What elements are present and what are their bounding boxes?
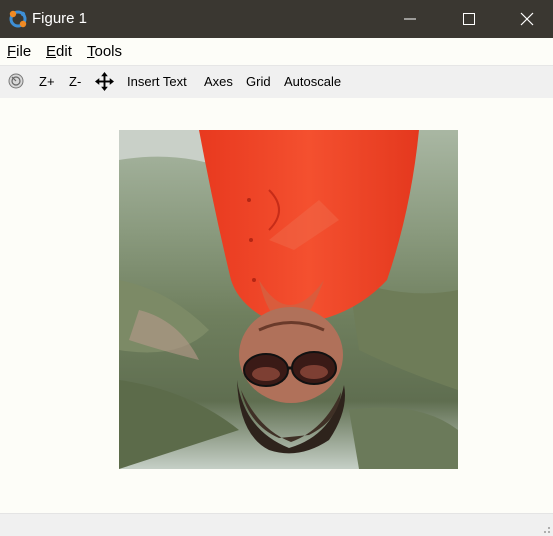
- figure-toolbar: Z+ Z- Insert Text Axes Grid Autoscale: [0, 65, 553, 99]
- grid-button[interactable]: Grid: [246, 74, 271, 89]
- insert-text-button[interactable]: Insert Text: [127, 74, 187, 89]
- minimize-button[interactable]: [381, 0, 439, 38]
- menu-tools-label: ools: [94, 43, 123, 60]
- menu-edit[interactable]: Edit: [46, 43, 72, 60]
- pan-icon[interactable]: [95, 72, 114, 91]
- resize-grip-icon[interactable]: [541, 524, 551, 534]
- menu-file[interactable]: File: [7, 43, 31, 60]
- autoscale-button[interactable]: Autoscale: [284, 74, 341, 89]
- maximize-button[interactable]: [440, 0, 498, 38]
- status-bar: [0, 513, 553, 536]
- menu-file-mnemonic: F: [7, 43, 17, 60]
- title-bar: Figure 1: [0, 0, 553, 38]
- octave-icon: [9, 10, 27, 28]
- menu-edit-label: dit: [56, 43, 72, 60]
- zoom-out-button[interactable]: Z-: [69, 74, 81, 89]
- window-title: Figure 1: [32, 10, 88, 27]
- menu-bar: File Edit Tools: [0, 38, 553, 64]
- zoom-in-button[interactable]: Z+: [39, 74, 55, 89]
- rotate-3d-icon[interactable]: [7, 72, 25, 90]
- close-button[interactable]: [498, 0, 553, 38]
- axes-button[interactable]: Axes: [204, 74, 233, 89]
- menu-file-label: ile: [16, 43, 32, 60]
- menu-tools-mnemonic: T: [87, 43, 95, 60]
- figure-image: [119, 130, 458, 469]
- menu-tools[interactable]: Tools: [87, 43, 122, 60]
- minimize-icon: [404, 18, 416, 20]
- maximize-icon: [463, 13, 475, 25]
- close-icon: [520, 12, 534, 26]
- menu-edit-mnemonic: E: [46, 43, 57, 60]
- figure-canvas[interactable]: [0, 98, 553, 513]
